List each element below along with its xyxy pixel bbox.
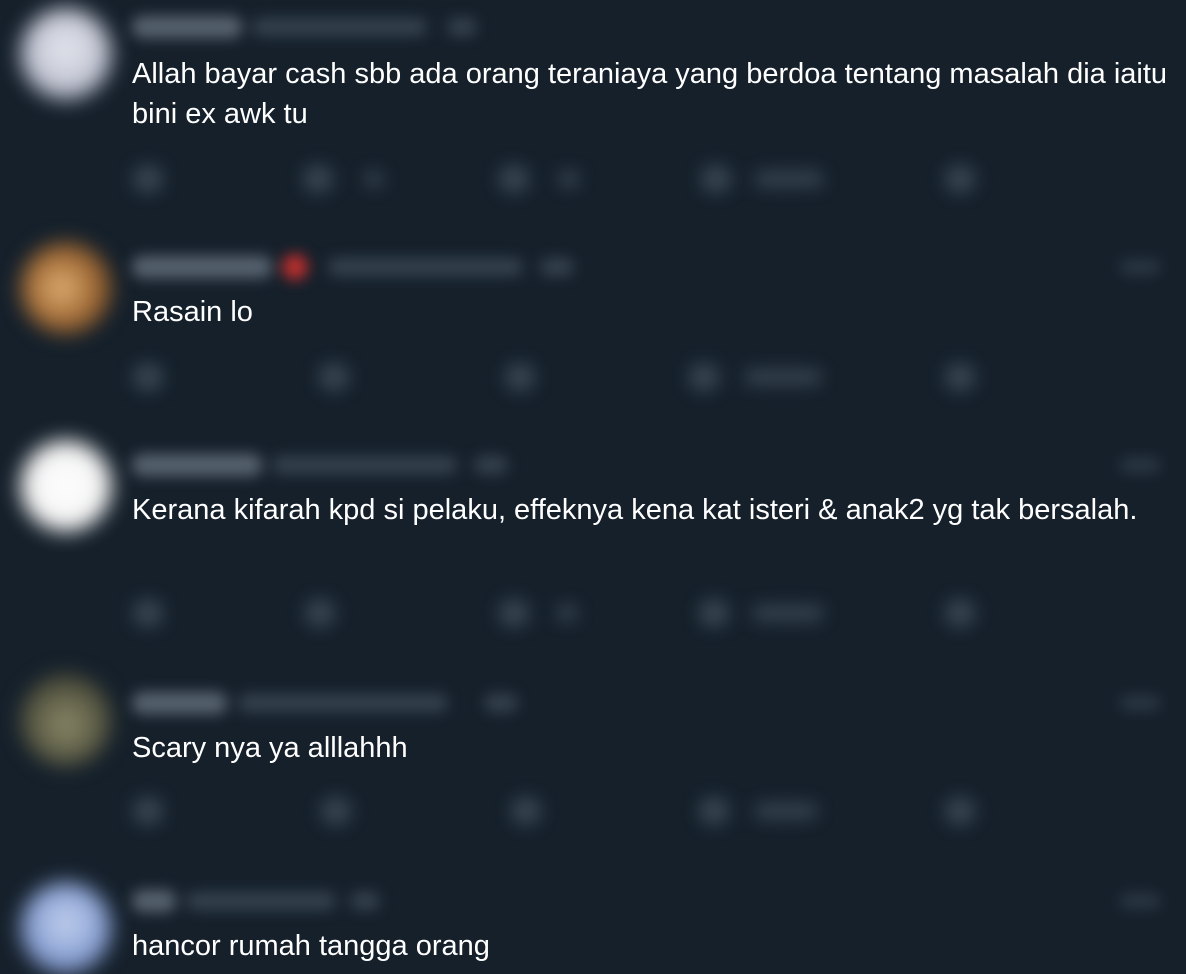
author-handle <box>252 18 427 36</box>
more-options-icon[interactable] <box>1120 458 1160 472</box>
action-bar <box>132 796 992 826</box>
reply-text: Allah bayar cash sbb ada orang teraniaya… <box>132 58 1168 130</box>
repost-icon[interactable] <box>318 362 350 392</box>
share-icon[interactable] <box>944 164 976 194</box>
avatar[interactable] <box>20 674 112 766</box>
views-count <box>744 368 822 386</box>
author-handle <box>328 258 523 276</box>
share-icon[interactable] <box>944 362 976 392</box>
avatar[interactable] <box>20 8 112 100</box>
author-name[interactable] <box>132 454 262 476</box>
views-icon[interactable] <box>698 796 730 826</box>
share-icon[interactable] <box>944 598 976 628</box>
reply-icon[interactable] <box>132 598 164 628</box>
timestamp[interactable] <box>447 18 477 36</box>
like-icon[interactable] <box>498 598 530 628</box>
action-bar <box>132 598 992 628</box>
more-options-icon[interactable] <box>1120 260 1160 274</box>
reply-text: hancor rumah tangga orang <box>132 930 490 962</box>
reply-text: Rasain lo <box>132 296 253 328</box>
author-handle <box>272 456 457 474</box>
repost-icon[interactable] <box>304 598 336 628</box>
author-line <box>132 890 392 912</box>
author-name[interactable] <box>132 890 176 912</box>
reply-icon[interactable] <box>132 164 164 194</box>
avatar[interactable] <box>20 440 112 532</box>
reply-item[interactable]: Allah bayar cash sbb ada orang teraniaya… <box>0 0 1186 230</box>
author-line <box>132 692 532 714</box>
like-count <box>556 604 578 622</box>
repost-icon[interactable] <box>302 164 334 194</box>
more-options-icon[interactable] <box>1120 696 1160 710</box>
reply-item[interactable]: Kerana kifarah kpd si pelaku, effeknya k… <box>0 430 1186 660</box>
views-count <box>752 604 824 622</box>
views-icon[interactable] <box>700 164 732 194</box>
views-count <box>754 802 818 820</box>
author-line <box>132 254 592 280</box>
reply-icon[interactable] <box>132 796 164 826</box>
views-count <box>754 170 824 188</box>
share-icon[interactable] <box>944 796 976 826</box>
timestamp[interactable] <box>350 892 380 910</box>
views-icon[interactable] <box>688 362 720 392</box>
more-options-icon[interactable] <box>1120 894 1160 908</box>
reply-item[interactable]: Rasain lo <box>0 230 1186 430</box>
replies-feed: Allah bayar cash sbb ada orang teraniaya… <box>0 0 1186 974</box>
verified-badge-icon <box>282 254 308 280</box>
author-handle <box>238 694 448 712</box>
reply-item[interactable]: hancor rumah tangga orang <box>0 860 1186 974</box>
action-bar <box>132 164 992 194</box>
reply-item[interactable]: Scary nya ya alllahhh <box>0 660 1186 860</box>
reply-text: Kerana kifarah kpd si pelaku, effeknya k… <box>132 494 1138 526</box>
author-name[interactable] <box>132 256 272 278</box>
author-name[interactable] <box>132 16 242 38</box>
like-icon[interactable] <box>510 796 542 826</box>
action-bar <box>132 362 992 392</box>
like-icon[interactable] <box>504 362 536 392</box>
like-icon[interactable] <box>498 164 530 194</box>
avatar[interactable] <box>20 882 112 974</box>
repost-count <box>364 170 384 188</box>
reply-icon[interactable] <box>132 362 164 392</box>
views-icon[interactable] <box>698 598 730 628</box>
like-count <box>558 170 580 188</box>
author-line <box>132 454 522 476</box>
avatar[interactable] <box>20 242 112 334</box>
reply-text: Scary nya ya alllahhh <box>132 732 408 764</box>
timestamp[interactable] <box>540 258 574 276</box>
author-name[interactable] <box>132 692 227 714</box>
author-handle <box>186 892 336 910</box>
timestamp[interactable] <box>484 694 518 712</box>
timestamp[interactable] <box>474 456 508 474</box>
repost-icon[interactable] <box>320 796 352 826</box>
author-line <box>132 16 492 38</box>
